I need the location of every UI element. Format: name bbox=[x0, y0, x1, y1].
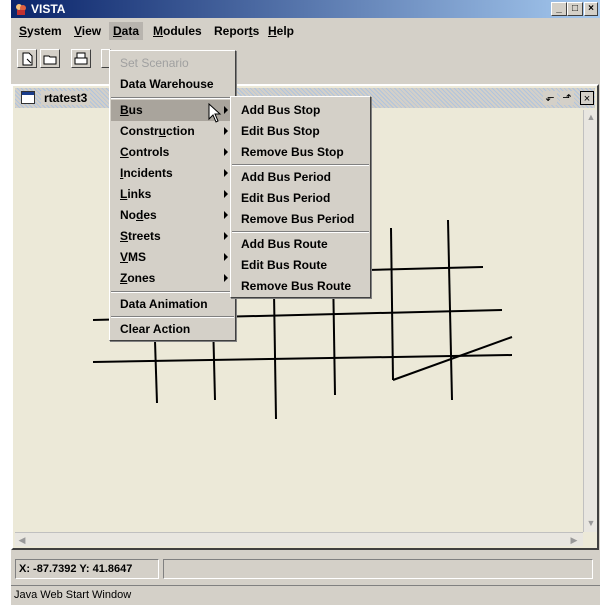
menu-item-add-bus-route[interactable]: Add Bus Route bbox=[232, 234, 369, 255]
menu-item-edit-bus-period[interactable]: Edit Bus Period bbox=[232, 188, 369, 209]
menu-item-add-bus-stop[interactable]: Add Bus Stop bbox=[232, 100, 369, 121]
street-line bbox=[447, 219, 453, 401]
submenu-arrow-icon bbox=[224, 190, 228, 198]
menu-view[interactable]: View bbox=[70, 22, 105, 40]
menu-item-links[interactable]: Links bbox=[111, 184, 234, 205]
status-message-field bbox=[163, 559, 593, 579]
close-frame-icon[interactable]: × bbox=[580, 91, 594, 105]
scroll-up-icon[interactable]: ▲ bbox=[584, 110, 598, 124]
menu-item-add-bus-period[interactable]: Add Bus Period bbox=[232, 167, 369, 188]
restore-frame-icon[interactable]: ⬐ bbox=[543, 91, 557, 105]
menu-item-edit-bus-stop[interactable]: Edit Bus Stop bbox=[232, 121, 369, 142]
data-menu-dropdown: Set Scenario Data Warehouse Bus Construc… bbox=[109, 50, 236, 341]
menu-item-remove-bus-route[interactable]: Remove Bus Route bbox=[232, 276, 369, 297]
new-file-icon bbox=[22, 52, 33, 66]
menu-separator bbox=[111, 291, 234, 293]
mouse-cursor-icon bbox=[208, 103, 222, 123]
menu-item-remove-bus-period[interactable]: Remove Bus Period bbox=[232, 209, 369, 230]
bus-submenu: Add Bus Stop Edit Bus Stop Remove Bus St… bbox=[230, 96, 371, 298]
menu-data[interactable]: Data bbox=[109, 22, 144, 40]
scroll-down-icon[interactable]: ▼ bbox=[584, 516, 598, 530]
menu-item-data-animation[interactable]: Data Animation bbox=[111, 294, 234, 315]
close-icon[interactable]: × bbox=[584, 2, 598, 16]
submenu-arrow-icon bbox=[224, 232, 228, 240]
menu-item-controls[interactable]: Controls bbox=[111, 142, 234, 163]
status-bar: X: -87.7392 Y: 41.8647 bbox=[11, 556, 600, 582]
new-file-button[interactable] bbox=[17, 49, 37, 68]
menu-separator bbox=[232, 231, 369, 233]
scroll-left-icon[interactable]: ◀ bbox=[15, 533, 29, 547]
horizontal-scrollbar[interactable]: ◀ ▶ bbox=[15, 532, 583, 546]
java-web-start-label: Java Web Start Window bbox=[11, 585, 600, 605]
menu-item-vms[interactable]: VMS bbox=[111, 247, 234, 268]
vertical-scrollbar[interactable]: ▲ ▼ bbox=[583, 110, 597, 532]
scroll-right-icon[interactable]: ▶ bbox=[567, 533, 581, 547]
print-button[interactable] bbox=[71, 49, 91, 68]
street-line bbox=[392, 336, 513, 381]
window-title: VISTA bbox=[31, 2, 66, 16]
submenu-arrow-icon bbox=[224, 127, 228, 135]
street-line bbox=[367, 266, 484, 271]
print-icon bbox=[74, 52, 88, 65]
menu-modules[interactable]: Modules bbox=[149, 22, 206, 40]
street-line bbox=[273, 292, 277, 420]
open-file-button[interactable] bbox=[40, 49, 60, 68]
submenu-arrow-icon bbox=[224, 169, 228, 177]
minimize-icon[interactable]: _ bbox=[551, 2, 567, 16]
menu-item-set-scenario: Set Scenario bbox=[120, 56, 189, 70]
menu-item-incidents[interactable]: Incidents bbox=[111, 163, 234, 184]
menu-help[interactable]: Help bbox=[264, 22, 298, 40]
menu-separator bbox=[111, 97, 234, 99]
submenu-arrow-icon bbox=[224, 148, 228, 156]
internal-frame-title: rtatest3 bbox=[41, 91, 91, 105]
frame-icon bbox=[21, 91, 35, 104]
menu-bar: System View Data Modules Reports Help bbox=[11, 18, 600, 42]
menu-item-remove-bus-stop[interactable]: Remove Bus Stop bbox=[232, 142, 369, 163]
submenu-arrow-icon bbox=[224, 211, 228, 219]
window-title-bar[interactable]: VISTA _ □ × bbox=[11, 0, 600, 18]
menu-item-clear-action[interactable]: Clear Action bbox=[111, 319, 234, 340]
menu-item-edit-bus-route[interactable]: Edit Bus Route bbox=[232, 255, 369, 276]
submenu-arrow-icon bbox=[224, 253, 228, 261]
menu-item-streets[interactable]: Streets bbox=[111, 226, 234, 247]
menu-item-zones[interactable]: Zones bbox=[111, 268, 234, 289]
app-icon bbox=[16, 4, 26, 15]
toolbar bbox=[11, 44, 600, 74]
maximize-icon[interactable]: □ bbox=[567, 2, 583, 16]
open-file-icon bbox=[43, 55, 57, 65]
menu-system[interactable]: System bbox=[15, 22, 66, 40]
menu-item-nodes[interactable]: Nodes bbox=[111, 205, 234, 226]
submenu-arrow-icon bbox=[224, 106, 228, 114]
menu-item-data-warehouse[interactable]: Data Warehouse bbox=[111, 74, 234, 95]
menu-reports[interactable]: Reports bbox=[210, 22, 263, 40]
coordinate-readout: X: -87.7392 Y: 41.8647 bbox=[15, 559, 159, 579]
vista-app-window: VISTA _ □ × System View Data Modules Rep… bbox=[10, 0, 600, 605]
menu-separator bbox=[111, 316, 234, 318]
menu-separator bbox=[232, 164, 369, 166]
submenu-arrow-icon bbox=[224, 274, 228, 282]
iconify-frame-icon[interactable]: ⬏ bbox=[560, 91, 574, 105]
menu-item-construction[interactable]: Construction bbox=[111, 121, 234, 142]
